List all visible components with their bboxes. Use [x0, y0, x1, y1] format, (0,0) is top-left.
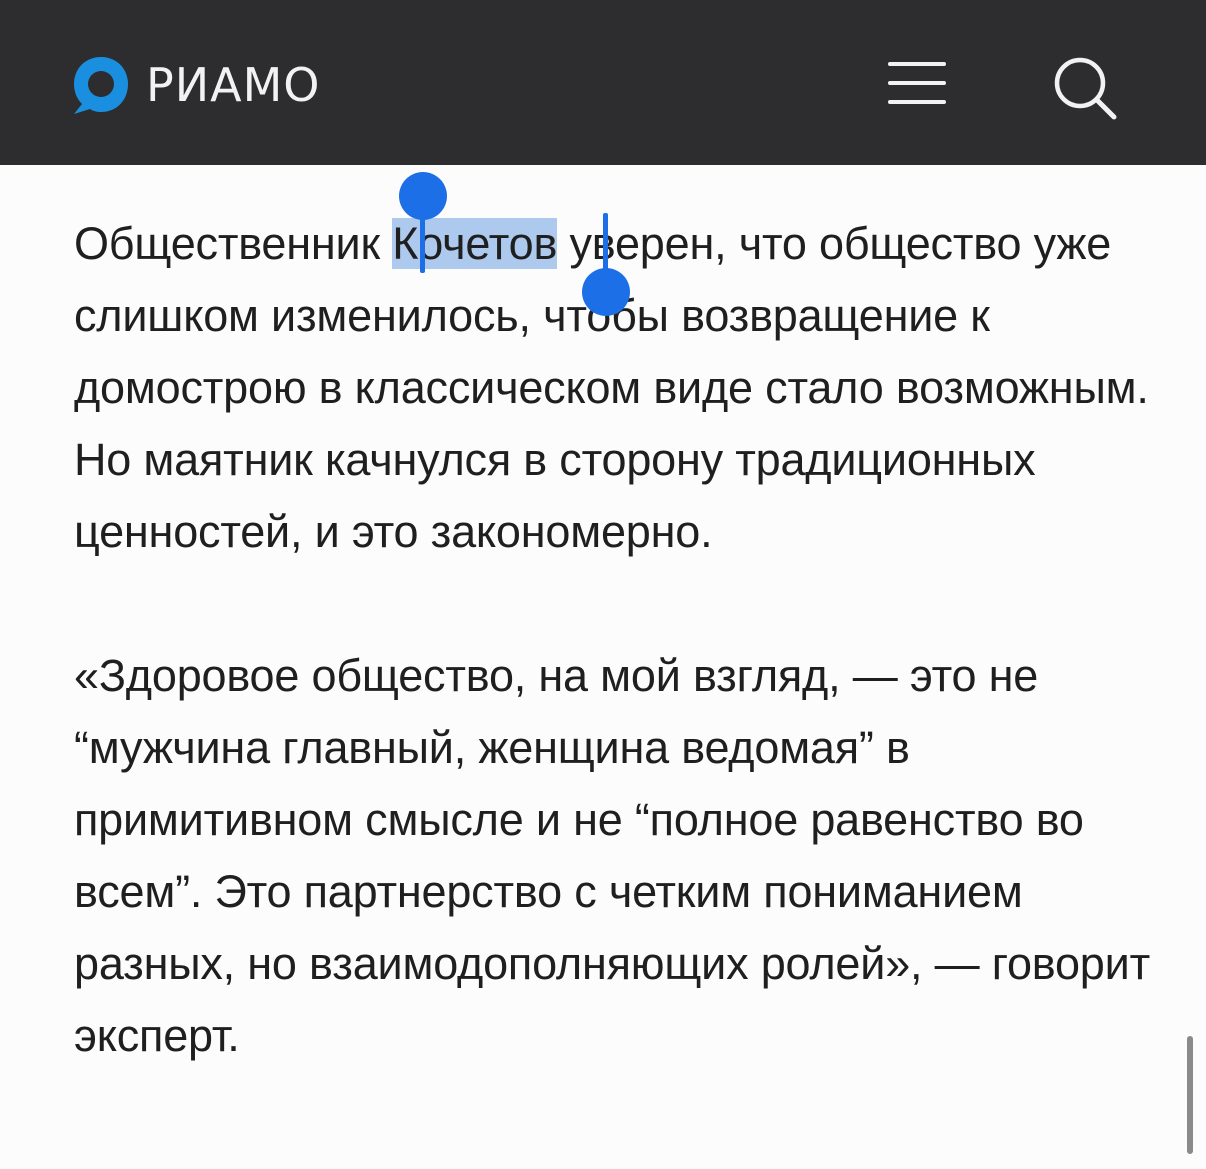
selected-text[interactable]: Кочетов: [392, 218, 557, 269]
article-body: Общественник Кочетов уверен, что обществ…: [74, 208, 1154, 1072]
selection-start-handle[interactable]: [399, 172, 447, 220]
selection-end-handle[interactable]: [582, 268, 630, 316]
logo-mark-icon: [74, 57, 128, 114]
paragraph-text-before: Общественник: [74, 218, 393, 269]
article-paragraph: Общественник Кочетов уверен, что обществ…: [74, 208, 1154, 568]
site-header: PИAMO: [0, 0, 1206, 165]
selection-start-line: [420, 213, 425, 273]
site-logo[interactable]: PИAMO: [70, 52, 321, 118]
search-button[interactable]: [1052, 56, 1118, 120]
hamburger-menu-icon-line: [888, 81, 946, 85]
article-quote-paragraph: «Здоровое общество, на мой взгляд, — это…: [74, 650, 1150, 1061]
scrollbar[interactable]: [1187, 1036, 1193, 1154]
hamburger-menu-icon-line: [888, 100, 946, 104]
menu-button[interactable]: [886, 62, 948, 108]
search-icon: [1054, 57, 1117, 120]
brand-name: PИAMO: [146, 58, 321, 112]
hamburger-menu-icon: [888, 62, 946, 66]
